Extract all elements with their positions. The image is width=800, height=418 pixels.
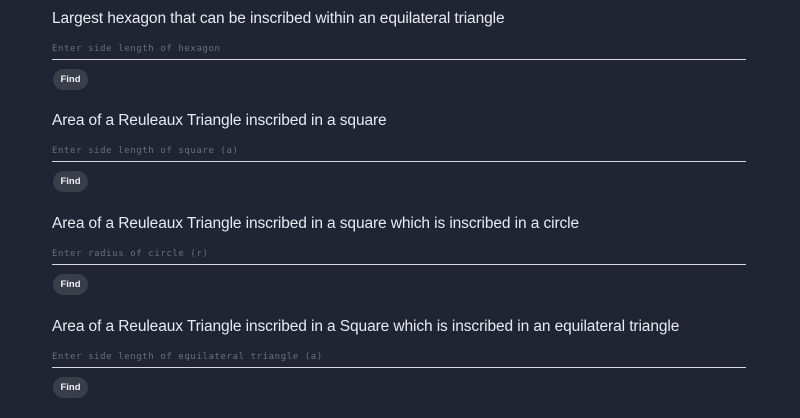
find-button[interactable]: Find [53, 377, 88, 398]
find-button[interactable]: Find [53, 274, 88, 295]
calculator-title: Area of a Reuleaux Triangle inscribed in… [52, 112, 387, 129]
calculator-title: Area of a Reuleaux Triangle inscribed in… [52, 215, 580, 232]
square-side-length-input[interactable] [52, 144, 746, 162]
triangle-side-length-input[interactable] [52, 350, 746, 368]
hexagon-side-length-input[interactable] [52, 42, 746, 60]
calculator-title: Area of a Reuleaux Triangle inscribed in… [52, 318, 680, 335]
find-button[interactable]: Find [53, 171, 88, 192]
calculator-title: Largest hexagon that can be inscribed wi… [52, 10, 505, 27]
find-button[interactable]: Find [53, 69, 88, 90]
circle-radius-input[interactable] [52, 247, 746, 265]
